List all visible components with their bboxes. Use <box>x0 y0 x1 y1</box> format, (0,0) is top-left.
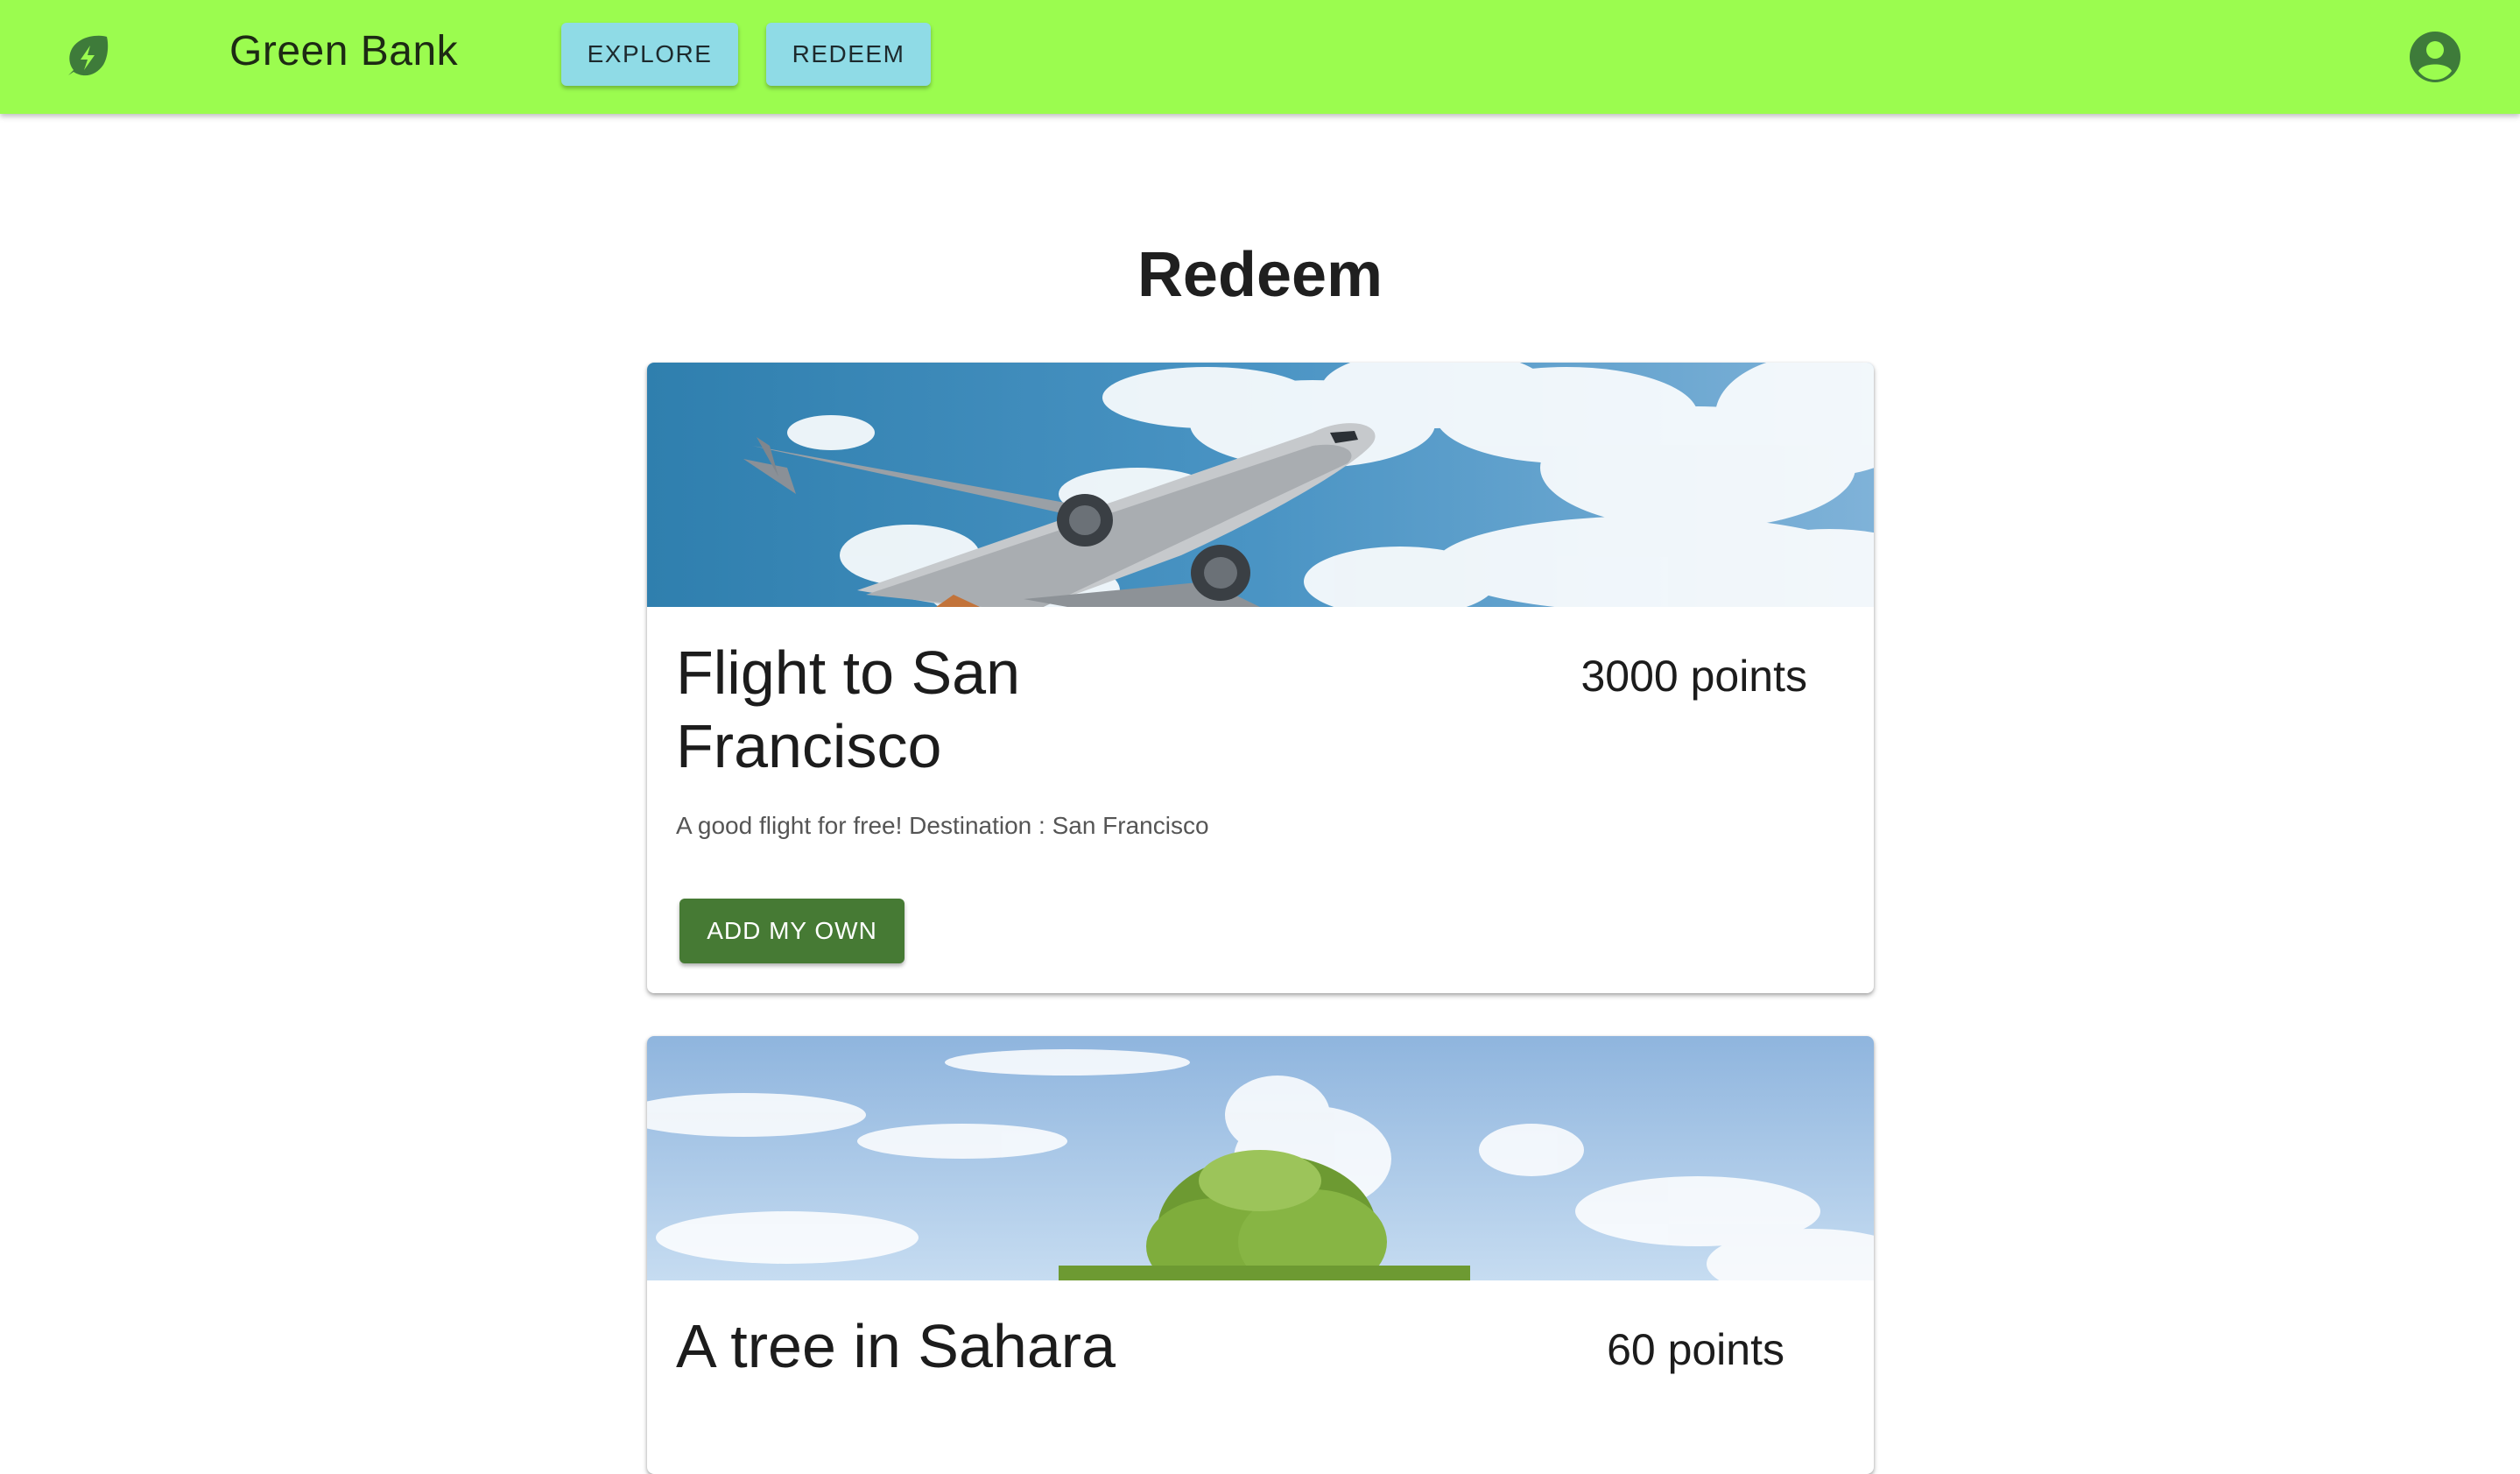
page-title: Redeem <box>1137 240 1383 311</box>
reward-card: A tree in Sahara 60 points <box>647 1036 1874 1474</box>
redeem-button[interactable]: REDEEM <box>766 23 931 86</box>
airplane-image <box>647 363 1874 607</box>
tree-image <box>647 1036 1874 1280</box>
app-bar: Green Bank EXPLORE REDEEM <box>0 0 2520 114</box>
account-circle-icon[interactable] <box>2409 31 2461 83</box>
add-my-own-button[interactable]: ADD MY OWN <box>679 899 905 963</box>
reward-points: 3000 points <box>1580 652 1807 701</box>
reward-title: A tree in Sahara <box>676 1312 1116 1380</box>
reward-card: Flight to San Francisco 3000 points A go… <box>647 363 1874 993</box>
reward-title: Flight to San Francisco <box>676 638 1020 780</box>
app-title: Green Bank <box>229 28 459 74</box>
explore-button[interactable]: EXPLORE <box>561 23 738 86</box>
reward-description: A good flight for free! Destination : Sa… <box>676 812 1209 839</box>
leaf-bolt-icon[interactable] <box>61 32 112 82</box>
reward-points: 60 points <box>1607 1325 1784 1374</box>
